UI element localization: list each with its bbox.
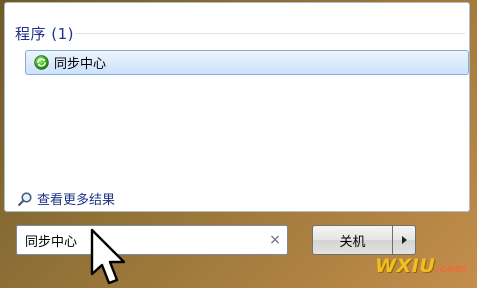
sync-center-icon — [34, 55, 49, 70]
watermark-main: WXIU — [375, 255, 436, 277]
watermark-sub: .com — [435, 262, 467, 275]
shutdown-button[interactable]: 关机 — [312, 225, 392, 255]
search-results-pane: 程序 (1) 同步中心 查看更多结果 — [4, 2, 470, 212]
shutdown-options-button[interactable] — [392, 225, 416, 255]
shutdown-group: 关机 — [312, 225, 416, 255]
search-box[interactable]: × — [16, 225, 288, 255]
result-item-sync-center[interactable]: 同步中心 — [25, 50, 469, 75]
magnifier-icon — [18, 191, 32, 206]
watermark-logo: WXIU.com — [375, 255, 467, 277]
start-menu-panel: 程序 (1) 同步中心 查看更多结果 同步中心 × 关机 WXIU.com — [0, 0, 477, 288]
see-more-results-link[interactable]: 查看更多结果 — [17, 189, 115, 208]
mouse-cursor-icon — [90, 228, 126, 285]
result-label: 同步中心 — [54, 57, 107, 72]
clear-search-button[interactable]: × — [263, 226, 287, 254]
programs-section-title: 程序 (1) — [15, 25, 75, 43]
section-divider — [75, 33, 465, 34]
arrow-right-icon — [401, 236, 407, 244]
see-more-results-label: 查看更多结果 — [37, 193, 116, 208]
search-input[interactable] — [17, 226, 263, 254]
